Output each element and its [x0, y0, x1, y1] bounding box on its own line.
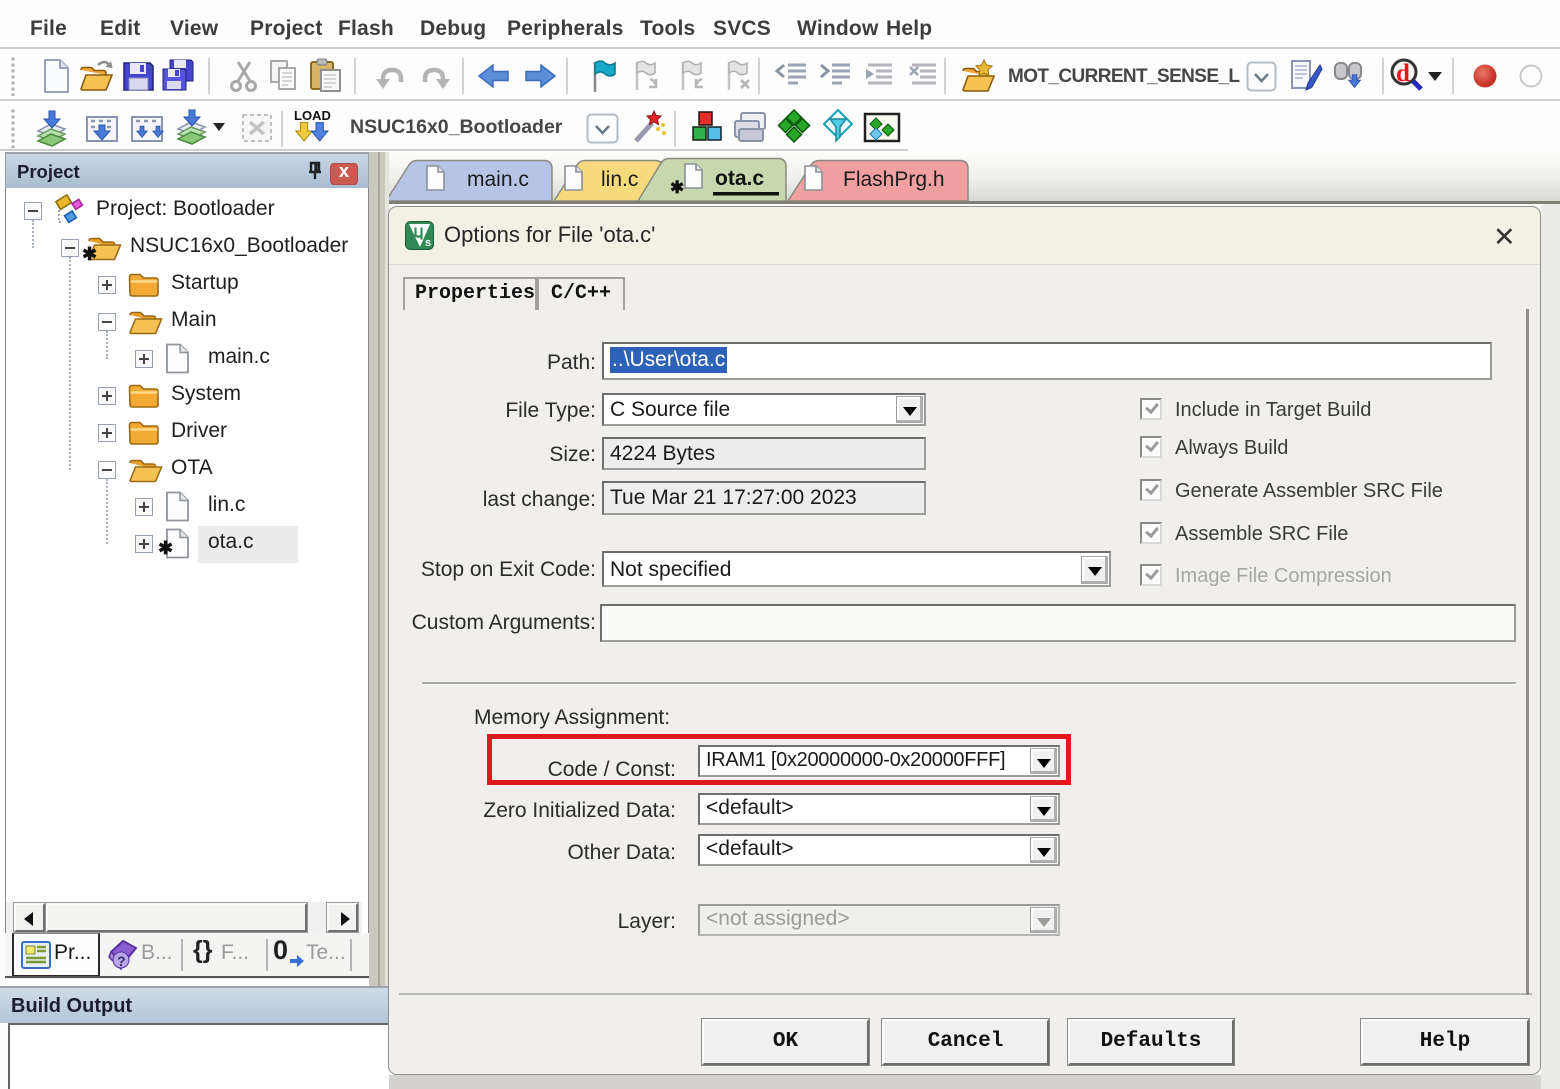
svg-text:s: s — [425, 237, 431, 249]
svg-text:FlashPrg.h: FlashPrg.h — [843, 168, 945, 191]
svg-text:LOAD: LOAD — [294, 108, 331, 123]
svg-text:lin.c: lin.c — [601, 168, 638, 191]
svg-text:ota.c: ota.c — [715, 167, 764, 190]
svg-text:✱: ✱ — [670, 178, 684, 197]
svg-text:d: d — [1396, 60, 1410, 87]
svg-text:?: ? — [117, 953, 126, 969]
svg-text:main.c: main.c — [467, 168, 529, 191]
